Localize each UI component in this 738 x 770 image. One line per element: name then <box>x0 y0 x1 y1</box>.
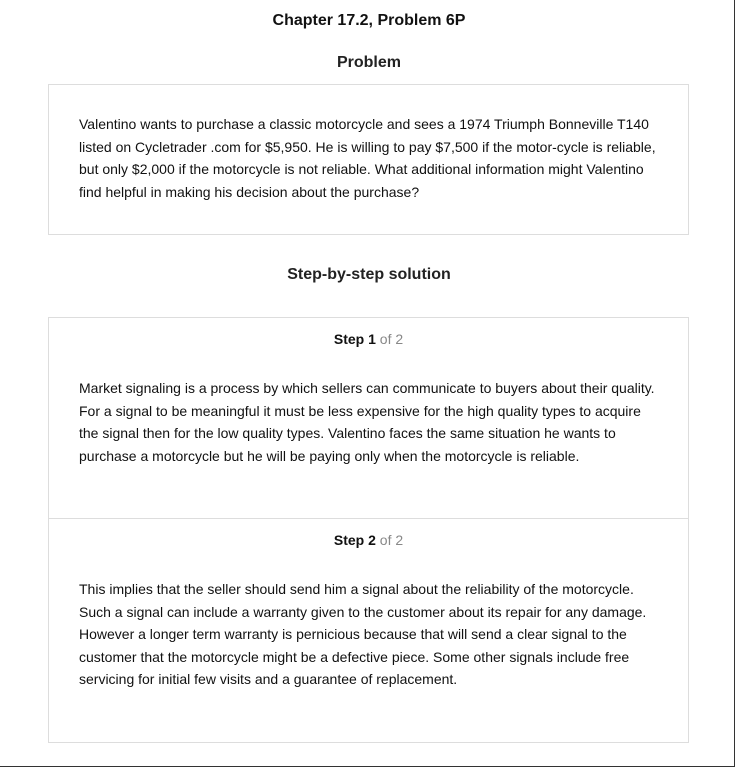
step-label: Step <box>333 532 365 548</box>
step-text: Market signaling is a process by which s… <box>79 380 655 464</box>
solution-heading: Step-by-step solution <box>287 266 451 283</box>
step-label: Step <box>333 331 365 347</box>
step-total: of 2 <box>379 331 404 347</box>
step-number: 2 <box>368 532 376 548</box>
step-section: Step 2 of 2 This implies that the seller… <box>49 519 688 742</box>
step-header: Step 2 of 2 <box>49 531 688 549</box>
problem-card: Valentino wants to purchase a classic mo… <box>48 84 689 235</box>
step-header: Step 1 of 2 <box>49 330 688 348</box>
solution-steps-card: Step 1 of 2 Market signaling is a proces… <box>48 317 689 743</box>
step-section: Step 1 of 2 Market signaling is a proces… <box>49 318 688 519</box>
step-number: 1 <box>368 331 376 347</box>
step-total: of 2 <box>379 532 404 548</box>
step-text: This implies that the seller should send… <box>79 581 647 687</box>
problem-heading: Problem <box>336 54 401 71</box>
chapter-title: Chapter 17.2, Problem 6P <box>272 12 466 29</box>
problem-text: Valentino wants to purchase a classic mo… <box>79 116 656 200</box>
